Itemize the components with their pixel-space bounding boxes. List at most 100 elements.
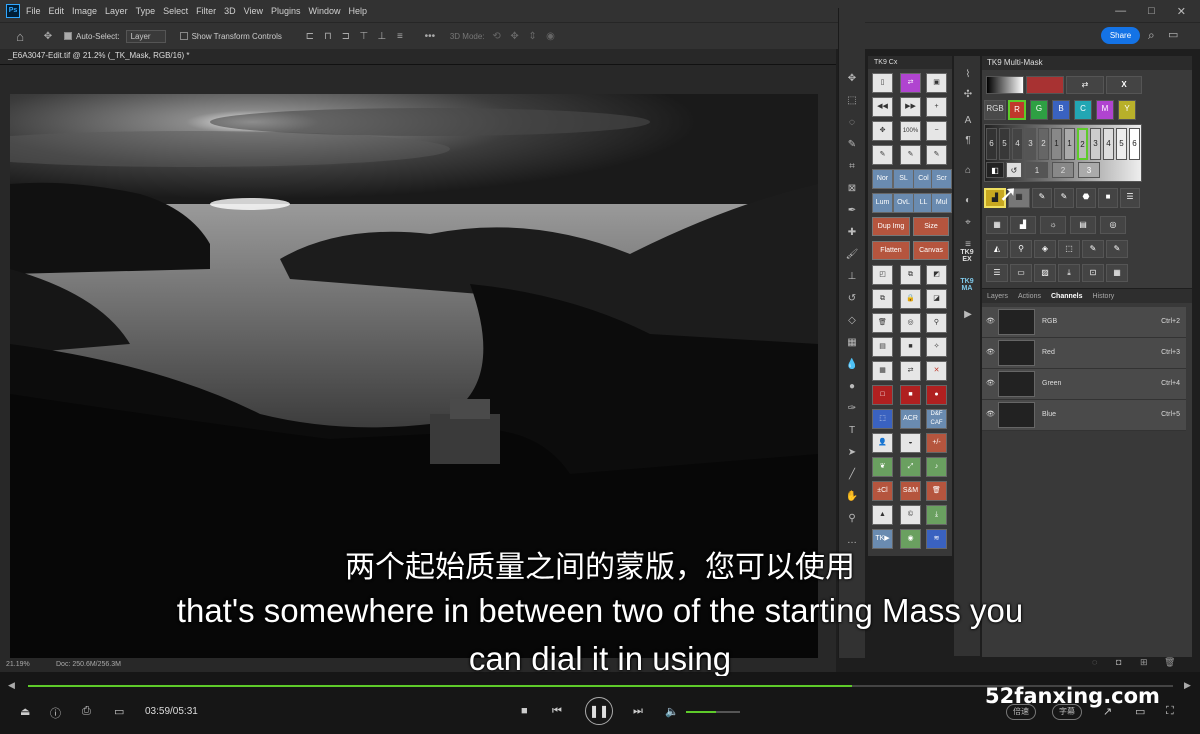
menu-window[interactable]: Window: [309, 6, 341, 16]
history-icon[interactable]: ⌇: [960, 68, 976, 82]
blur-tool-icon[interactable]: 💧: [844, 358, 860, 372]
cx-dandf-button[interactable]: D&F CAF: [926, 409, 947, 429]
cx-screen-button[interactable]: Scr: [931, 169, 952, 189]
tool-preset-icon[interactable]: ⌖: [960, 216, 976, 230]
mm-square-icon[interactable]: ■: [1098, 188, 1118, 208]
more-options-icon[interactable]: •••: [424, 30, 436, 42]
mm-channel-m[interactable]: M: [1096, 100, 1114, 120]
cx-sm-button[interactable]: S&M: [900, 481, 921, 501]
mm-channel-y[interactable]: Y: [1118, 100, 1136, 120]
tab-layers[interactable]: Layers: [982, 293, 1013, 300]
tab-channels[interactable]: Channels: [1046, 293, 1088, 300]
cx-100-button[interactable]: 100%: [900, 121, 921, 141]
align-top-icon[interactable]: ⊤: [358, 30, 370, 42]
previous-icon[interactable]: ⏮: [552, 705, 562, 718]
move-tool-icon[interactable]: ✥: [844, 72, 860, 86]
auto-select-checkbox[interactable]: Auto-Select:: [64, 32, 120, 41]
align-center-icon[interactable]: ⊓: [322, 30, 334, 42]
menu-select[interactable]: Select: [163, 6, 188, 16]
fullscreen-icon[interactable]: ⛶: [1166, 705, 1174, 718]
orbit-3d-icon[interactable]: ⟲: [491, 30, 503, 42]
cx-stamp-icon[interactable]: ◩: [926, 265, 947, 285]
type-tool-icon[interactable]: T: [844, 424, 860, 438]
menu-3d[interactable]: 3D: [224, 6, 236, 16]
cx-marquee-icon[interactable]: ⬚: [872, 409, 893, 429]
history-brush-icon[interactable]: ↺: [844, 292, 860, 306]
mm-channel-c[interactable]: C: [1074, 100, 1092, 120]
cx-fill-icon[interactable]: ◪: [926, 289, 947, 309]
cx-acr-button[interactable]: ACR: [900, 409, 921, 429]
mm-light-3[interactable]: 3: [1090, 128, 1101, 160]
mm-shape-icon[interactable]: ◭: [986, 240, 1008, 258]
mm-levels-icon[interactable]: ▟: [1010, 216, 1036, 234]
minimize-icon[interactable]: —: [1115, 5, 1126, 18]
slide-3d-icon[interactable]: ⇕: [527, 30, 539, 42]
eye-icon[interactable]: 👁: [986, 379, 995, 387]
mm-image-icon[interactable]: ▨: [1034, 264, 1056, 282]
mm-dark-2[interactable]: 2: [1038, 128, 1049, 160]
align-left-icon[interactable]: ⊏: [304, 30, 316, 42]
mm-channel-g[interactable]: G: [1030, 100, 1048, 120]
menu-view[interactable]: View: [244, 6, 263, 16]
cx-multiply-button[interactable]: Mul: [931, 193, 952, 213]
mm-undo-icon[interactable]: ↺: [1006, 162, 1022, 178]
mm-channels-icon[interactable]: ▤: [1070, 216, 1096, 234]
character-icon[interactable]: A: [960, 114, 976, 128]
window-icon[interactable]: ▭: [1135, 705, 1145, 718]
cx-dup-img-button[interactable]: Dup Img: [872, 217, 910, 236]
cx-note-icon[interactable]: ♪: [926, 457, 947, 477]
align-middle-icon[interactable]: ⊥: [376, 30, 388, 42]
pause-button[interactable]: ❚❚: [585, 697, 613, 725]
eye-icon[interactable]: 👁: [986, 317, 995, 325]
mm-light-2[interactable]: 2: [1077, 128, 1088, 160]
mm-close-button[interactable]: X: [1106, 76, 1142, 94]
move-tool-icon[interactable]: ✥: [42, 30, 54, 42]
dodge-tool-icon[interactable]: ●: [844, 380, 860, 394]
pan-3d-icon[interactable]: ✥: [509, 30, 521, 42]
cx-cl-button[interactable]: ±Cl: [872, 481, 893, 501]
mm-half-icon[interactable]: ◧: [986, 162, 1004, 178]
line-tool-icon[interactable]: ╱: [844, 468, 860, 482]
channel-row-rgb[interactable]: 👁 RGB Ctrl+2: [982, 307, 1186, 338]
cx-cancel-icon[interactable]: ✕: [926, 361, 947, 381]
mm-menu-icon[interactable]: ☰: [1120, 188, 1140, 208]
path-select-icon[interactable]: ➤: [844, 446, 860, 460]
mm-mid-3[interactable]: 3: [1078, 162, 1100, 178]
cx-minus-icon[interactable]: −: [926, 121, 947, 141]
mm-octagon-icon[interactable]: ⬣: [1076, 188, 1096, 208]
eyedropper-icon[interactable]: ✒: [844, 204, 860, 218]
eject-icon[interactable]: ⏏: [20, 705, 30, 718]
mm-light-4[interactable]: 4: [1103, 128, 1114, 160]
cx-red-fill-icon[interactable]: ■: [900, 385, 921, 405]
mm-folder-icon[interactable]: ▭: [1010, 264, 1032, 282]
marquee-tool-icon[interactable]: ⬚: [844, 94, 860, 108]
mm-rgb-button[interactable]: RGB: [984, 100, 1006, 120]
cx-normal-button[interactable]: Nor: [872, 169, 893, 189]
cx-swap-icon[interactable]: ⇄: [900, 73, 921, 93]
camera-3d-icon[interactable]: ◉: [545, 30, 557, 42]
pen-tool-icon[interactable]: ✑: [844, 402, 860, 416]
menu-layer[interactable]: Layer: [105, 6, 128, 16]
channel-row-red[interactable]: 👁 Red Ctrl+3: [982, 338, 1186, 369]
cx-leaf-icon[interactable]: ❦: [872, 457, 893, 477]
menu-plugins[interactable]: Plugins: [271, 6, 301, 16]
menu-image[interactable]: Image: [72, 6, 97, 16]
mm-dark-5[interactable]: 5: [999, 128, 1010, 160]
mm-light-6[interactable]: 6: [1129, 128, 1140, 160]
cx-plusminus-button[interactable]: +/-: [926, 433, 947, 453]
tk9-ex-button[interactable]: TK9 EX: [957, 249, 977, 263]
cx-group-icon[interactable]: ⧉: [872, 289, 893, 309]
cx-bucket-icon[interactable]: ◒: [900, 433, 921, 453]
zoom-tool-icon[interactable]: ⚲: [844, 512, 860, 526]
menu-type[interactable]: Type: [136, 6, 156, 16]
mm-dark-3[interactable]: 3: [1025, 128, 1036, 160]
mm-light-1[interactable]: 1: [1064, 128, 1075, 160]
maximize-icon[interactable]: □: [1148, 5, 1155, 18]
gradient-tool-icon[interactable]: ▦: [844, 336, 860, 350]
search-icon[interactable]: ⌕: [1148, 28, 1155, 43]
mm-circles-icon[interactable]: ◎: [1100, 216, 1126, 234]
tab-history[interactable]: History: [1088, 293, 1120, 300]
cx-expand-icon[interactable]: ✥: [872, 121, 893, 141]
menu-edit[interactable]: Edit: [49, 6, 65, 16]
distribute-icon[interactable]: ≡: [394, 30, 406, 42]
